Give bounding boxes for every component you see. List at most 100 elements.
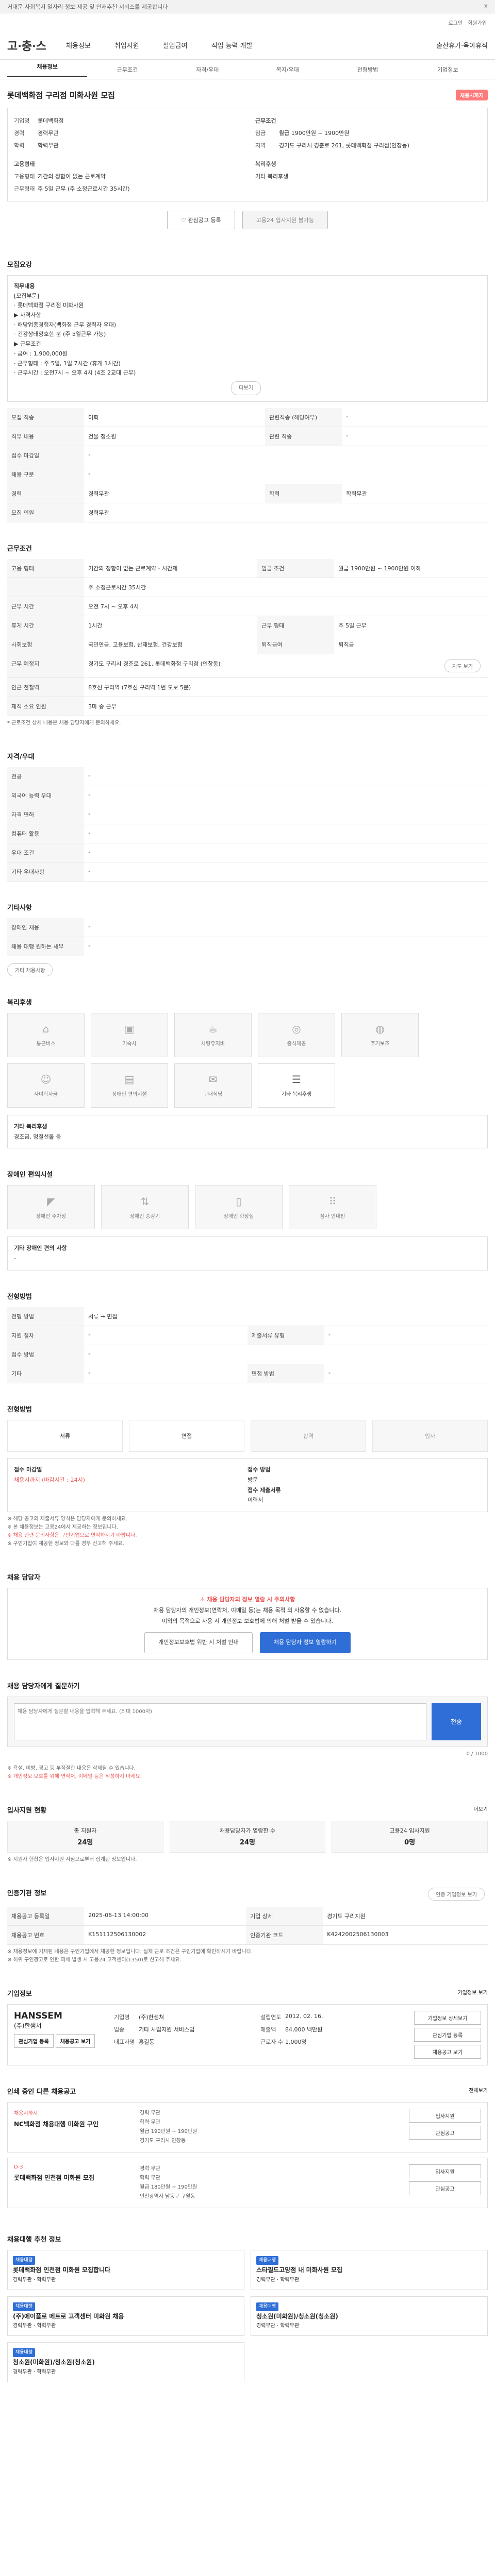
card-title[interactable]: 청소원(미화원)/청소원(청소원) — [13, 2357, 239, 2367]
condition-note: * 근로조건 상세 내용은 채용 담당자에게 문의하세요. — [7, 720, 121, 726]
job-meta: 경기도 구리시 인창동 — [140, 2138, 186, 2144]
row-value: 기간의 정함이 없는 근로계약 - 시간제 — [84, 558, 258, 578]
table-row: 전형 방법 서류 → 면접 — [7, 1307, 488, 1327]
tab-condition[interactable]: 근무조건 — [87, 65, 167, 74]
info-value: 84,000 백만원 — [285, 2026, 323, 2033]
close-icon[interactable]: X — [484, 3, 488, 10]
facility-label: 장애인 주차장 — [36, 1213, 67, 1219]
row-value: - — [342, 408, 488, 427]
signup-link[interactable]: 회원가입 — [468, 19, 487, 26]
send-button[interactable]: 전송 — [432, 1703, 481, 1740]
row-value: - — [324, 1364, 488, 1384]
note-line: ※ 구인기업이 제공한 정보와 다를 경우 신고해 주세요. — [7, 1541, 125, 1547]
table-row: 우대 조건 - — [7, 843, 488, 862]
row-key: 재직 소요 인원 — [7, 697, 85, 716]
tab-welfare[interactable]: 복지/우대 — [248, 65, 327, 74]
contact-desc: 채용 담당자의 개인정보(연락처, 이메일 등)는 채용 목적 외 사용할 수 … — [153, 1607, 342, 1614]
all-jobs-link[interactable]: 전체보기 — [469, 2086, 488, 2096]
similar-cards: 채용대행 롯데백화점 인천점 미화원 모집합니다 경력무관 · 학력무관 채용대행 스… — [7, 2249, 488, 2382]
job-apply-button[interactable]: 입사지원 — [409, 2108, 481, 2123]
site-logo[interactable]: 고·충·스 — [7, 37, 46, 54]
contact-box: ⚠ 채용 담당자의 정보 열람 시 주의사항 채용 담당자의 개인정보(연락처,… — [7, 1588, 488, 1660]
view-contact-button[interactable]: 채용 담당자 정보 열람하기 — [259, 1632, 351, 1653]
card-meta: 학력무관 — [37, 2369, 56, 2375]
method-section: 전형방법 전형 방법 서류 → 면접 지원 절차 - 제출서류 유형 - 접수 방법 - … — [0, 1281, 495, 1394]
page-end — [0, 2393, 495, 2413]
stats-cards: 총 지원자 24명 채용담당자가 열람한 수 24명 고용24 입사지원 0명 — [7, 1820, 488, 1853]
job-link[interactable]: 롯데백화점 인천점 미화원 모집 — [14, 2173, 133, 2182]
similar-card[interactable]: 채용대행 롯데백화점 인천점 미화원 모집합니다 경력무관 · 학력무관 — [7, 2249, 244, 2290]
row-key: 근무 시간 — [7, 597, 85, 616]
login-link[interactable]: 로그인 — [449, 19, 463, 26]
card-title[interactable]: 스타필드고양점 내 미화사원 모집 — [256, 2265, 482, 2275]
extra-value: 경조금, 명절선물 등 — [14, 1133, 61, 1140]
apply-button[interactable]: 고용24 입사지원 불가능 — [242, 211, 328, 229]
similar-card[interactable]: 채용대행 스타필드고양점 내 미화사원 모집 경력무관 · 학력무관 — [251, 2249, 488, 2290]
stat-item: 고용24 입사지원 0명 — [332, 1820, 488, 1853]
company-subname: (주)한샘쳐 — [14, 2022, 42, 2029]
row-value: 오전 7시 ~ 오후 4시 — [84, 597, 488, 616]
contact-desc: 이외의 목적으로 사용 시 개인정보 보호법에 의해 처벌 받을 수 있습니다. — [162, 1618, 333, 1625]
card-title[interactable]: (주)에이플로 메트로 고객센터 미화원 채용 — [13, 2311, 239, 2321]
row-value: - — [84, 937, 488, 956]
row-key: 전형 방법 — [7, 1307, 85, 1327]
more-link[interactable]: 더보기 — [473, 1805, 488, 1815]
info-value: 홍길동 — [139, 2038, 155, 2045]
facility-label: 점자 안내판 — [320, 1213, 345, 1219]
summary-key: 임금 — [255, 130, 266, 137]
similar-card[interactable]: 채용대행 청소원(미화원)/청소원(청소원) 경력무관 · 학력무관 — [251, 2296, 488, 2336]
map-button[interactable]: 지도 보기 — [444, 659, 481, 672]
similar-card[interactable]: 채용대행 청소원(미화원)/청소원(청소원) 경력무관 · 학력무관 — [7, 2342, 244, 2382]
job-scrap-button[interactable]: 관심공고 — [409, 2125, 481, 2140]
nav-training[interactable]: 직업 능력 개발 — [211, 40, 253, 50]
etc-toggle[interactable]: 기타 채용사항 — [7, 963, 53, 976]
more-button[interactable]: 더보기 — [231, 381, 261, 395]
tab-company[interactable]: 기업정보 — [408, 65, 488, 74]
deadline-value: 채용시까지 (마감시간 : 24시) — [14, 1476, 85, 1483]
nav-leave[interactable]: 출산휴가·육아휴직 — [436, 40, 488, 50]
tab-method[interactable]: 전형방법 — [327, 65, 407, 74]
row-value: 1시간 — [84, 616, 258, 635]
table-row: 접수 방법 - — [7, 1345, 488, 1365]
table-row: 기타 - 면접 방법 - — [7, 1364, 488, 1384]
description-line: · 해당업종경험자(백화점 근무 경력자 우대) — [14, 321, 117, 328]
job-link[interactable]: NC백화점 채용대행 미화원 구인 — [14, 2120, 133, 2128]
nav-benefit[interactable]: 실업급여 — [163, 40, 188, 50]
table-row: 고용 형태 기간의 정함이 없는 근로계약 - 시간제 임금 조건 월급 1900만원… — [7, 558, 488, 578]
table-row: 모집 직종 미화 관련직종 (해당여부) - — [7, 408, 488, 427]
nav-support[interactable]: 취업지원 — [114, 40, 139, 50]
company-more-link[interactable]: 기업정보 보기 — [458, 1988, 488, 1998]
wage-value: 월급 1900만원 ~ 1900만원 — [279, 130, 350, 137]
company-jobs-button[interactable]: 채용공고 보기 — [55, 2033, 95, 2048]
privacy-button[interactable]: 개인정보보호법 위반 시 처벌 안내 — [144, 1632, 253, 1653]
nav-jobs[interactable]: 채용정보 — [66, 40, 91, 50]
note-line: ※ 욕설, 비방, 광고 등 부적절한 내용은 삭제될 수 있습니다. — [7, 1765, 136, 1771]
company-jobs-link[interactable]: 채용공고 보기 — [414, 2044, 481, 2059]
job-apply-button[interactable]: 입사지원 — [409, 2164, 481, 2178]
card-meta: 경력무관 — [13, 2323, 32, 2329]
list-item[interactable]: 채용시까지 NC백화점 채용대행 미화원 구인 경력 무관 학력 무관 월급 1… — [7, 2102, 488, 2153]
info-button[interactable]: 인증 기업정보 보기 — [428, 1887, 485, 1901]
company-logo-text: HANSSEM — [14, 2010, 62, 2021]
card-title[interactable]: 롯데백화점 인천점 미화원 모집합니다 — [13, 2265, 239, 2275]
company-detail-button[interactable]: 기업정보 상세보기 — [414, 2010, 481, 2025]
tab-qualification[interactable]: 자격/우대 — [168, 65, 248, 74]
welfare-item: ▤ 장애인 편의시설 — [91, 1063, 168, 1108]
table-row: 경력 경력무관 학력 학력무관 — [7, 484, 488, 503]
scrap-button[interactable]: ♡ 관심공고 등록 — [167, 211, 235, 229]
question-input[interactable] — [14, 1703, 426, 1740]
notice-text: 거대문 사회복지 일자리 정보 제공 및 인재추천 서비스를 제공합니다 — [7, 3, 168, 10]
company-follow-button[interactable]: 관심기업 등록 — [414, 2027, 481, 2042]
tab-recruit[interactable]: 채용정보 — [7, 62, 88, 77]
job-meta: 인천광역시 남동구 구월동 — [140, 2193, 195, 2199]
list-item[interactable]: D-3 롯데백화점 인천점 미화원 모집 경력 무관 학력 무관 월급 180만… — [7, 2157, 488, 2208]
description-heading: 직무내용 — [14, 283, 35, 290]
job-scrap-button[interactable]: 관심공고 — [409, 2181, 481, 2195]
child-icon: ☺ — [40, 1073, 52, 1086]
welfare-value: 기타 복리후생 — [255, 173, 289, 180]
sign-icon: ⠿ — [328, 1195, 337, 1208]
similar-card[interactable]: 채용대행 (주)에이플로 메트로 고객센터 미화원 채용 경력무관 · 학력무관 — [7, 2296, 244, 2336]
follow-button[interactable]: 관심기업 등록 — [14, 2033, 54, 2048]
job-meta: 학력 무관 — [140, 2119, 160, 2125]
card-title[interactable]: 청소원(미화원)/청소원(청소원) — [256, 2311, 482, 2321]
